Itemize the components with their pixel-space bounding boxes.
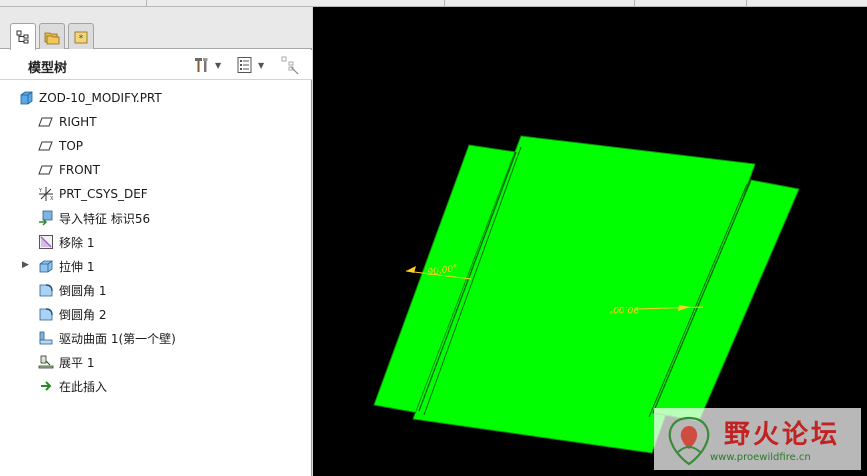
tab-favorites[interactable]: * xyxy=(68,23,94,49)
tree-item-right[interactable]: RIGHT xyxy=(0,111,312,133)
tree-item-label: 倒圆角 2 xyxy=(59,307,107,322)
strip-divider xyxy=(634,0,635,7)
folder-browser-icon xyxy=(44,32,60,44)
tree-item-round-2[interactable]: 倒圆角 2 xyxy=(0,303,312,325)
datum-plane-icon xyxy=(38,117,53,127)
list-icon xyxy=(237,57,252,73)
tree-item-label: 拉伸 1 xyxy=(59,259,95,274)
tree-item-driving-surface[interactable]: 驱动曲面 1(第一个壁) xyxy=(0,327,312,349)
graphics-viewport[interactable]: 90.00° 90.00° xyxy=(313,7,867,476)
tree-item-top[interactable]: TOP xyxy=(0,135,312,157)
datum-plane-icon xyxy=(38,165,53,175)
tab-model-tree[interactable] xyxy=(10,23,36,50)
insert-here-arrow-icon xyxy=(41,381,52,391)
round-icon xyxy=(39,284,53,297)
forum-watermark: 野火论坛 www.proewildfire.cn xyxy=(654,408,861,470)
tools-icon xyxy=(195,58,208,72)
tree-item-csys[interactable]: Y X PRT_CSYS_DEF xyxy=(0,183,312,205)
tree-item-flatten[interactable]: 展平 1 xyxy=(0,351,312,373)
tree-item-label: 在此插入 xyxy=(59,379,108,394)
tree-item-round-1[interactable]: 倒圆角 1 xyxy=(0,279,312,301)
part-icon xyxy=(20,91,33,105)
tree-item-extrude[interactable]: ▶ 拉伸 1 xyxy=(0,255,312,277)
tree-item-label: 倒圆角 1 xyxy=(59,283,107,298)
dimension-text-right[interactable]: 90.00° xyxy=(609,304,639,314)
tree-item-import-feature[interactable]: 导入特征 标识56 xyxy=(0,207,312,229)
tree-item-label: 移除 1 xyxy=(59,235,95,250)
top-menu-strip xyxy=(0,0,867,7)
svg-text:Y: Y xyxy=(38,188,43,194)
expand-arrow-icon[interactable]: ▶ xyxy=(22,260,29,270)
round-icon xyxy=(39,308,53,321)
favorites-icon: * xyxy=(74,31,88,44)
chevron-down-icon: ▼ xyxy=(258,60,265,70)
watermark-url: www.proewildfire.cn xyxy=(710,452,811,463)
svg-text:X: X xyxy=(50,196,54,202)
settings-dropdown-button[interactable]: ▼ xyxy=(193,55,221,75)
tree-item-label: RIGHT xyxy=(59,115,97,129)
tree-item-insert-here[interactable]: 在此插入 xyxy=(0,375,312,397)
tree-item-label: 驱动曲面 1(第一个壁) xyxy=(59,331,176,346)
flatten-icon xyxy=(38,355,54,369)
remove-icon xyxy=(39,235,53,249)
strip-divider xyxy=(746,0,747,7)
tab-folder-browser[interactable] xyxy=(39,23,65,49)
chevron-down-icon: ▼ xyxy=(215,60,222,70)
import-feature-icon xyxy=(39,210,53,226)
panel-title: 模型树 xyxy=(28,61,68,76)
tree-item-remove[interactable]: 移除 1 xyxy=(0,231,312,253)
tree-item-label: 导入特征 标识56 xyxy=(59,211,151,226)
svg-text:*: * xyxy=(79,34,84,44)
filter-button[interactable] xyxy=(280,55,300,75)
strip-divider xyxy=(146,0,147,7)
part-geometry: 90.00° 90.00° xyxy=(373,135,800,454)
tree-item-label: PRT_CSYS_DEF xyxy=(59,187,148,201)
tree-item-label: 展平 1 xyxy=(59,355,95,370)
extrude-icon xyxy=(39,260,53,273)
tree-item-label: ZOD-10_MODIFY.PRT xyxy=(39,91,162,105)
tree-item-front[interactable]: FRONT xyxy=(0,159,312,181)
model-tree-header: 模型树 ▼ ▼ xyxy=(0,50,312,80)
model-tree-icon xyxy=(16,30,29,44)
strip-divider xyxy=(444,0,445,7)
tree-item-label: FRONT xyxy=(59,163,100,177)
watermark-title: 野火论坛 xyxy=(724,420,841,450)
driving-surface-icon xyxy=(39,331,53,345)
datum-plane-icon xyxy=(38,141,53,151)
tree-item-label: TOP xyxy=(59,139,84,153)
filter-tree-icon xyxy=(281,56,299,75)
navigator-tab-bar: * xyxy=(0,7,312,50)
navigator-panel: * 模型树 ▼ ▼ ZOD-10_MODIFY.PRT RIGHT TOP FR… xyxy=(0,7,312,476)
coordinate-system-icon: Y X xyxy=(38,187,54,202)
show-dropdown-button[interactable]: ▼ xyxy=(236,55,264,75)
tree-item-part[interactable]: ZOD-10_MODIFY.PRT xyxy=(0,87,312,109)
